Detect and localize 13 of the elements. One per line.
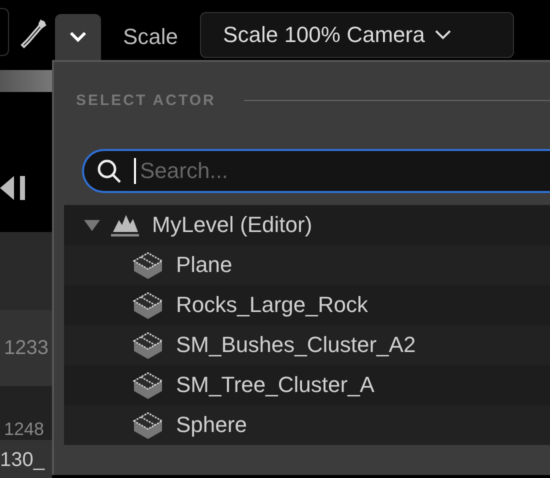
scale-dropdown[interactable]: Scale 100% Camera [200, 12, 514, 58]
scale-label: Scale [123, 24, 178, 50]
tree-item[interactable]: SM_Tree_Cluster_A [64, 365, 550, 405]
tree-item[interactable]: Plane [64, 245, 550, 285]
number-text: 1233 [0, 310, 52, 386]
tree-item[interactable]: SM_Bushes_Cluster_A2 [64, 325, 550, 365]
section-header: SELECT ACTOR [76, 92, 216, 109]
asset-name-text: 130_ [0, 440, 52, 478]
tree-item[interactable]: MyLevel (Editor) [64, 205, 550, 245]
number-text: 1248 [0, 386, 52, 440]
tree-item[interactable]: Sphere [64, 405, 550, 445]
search-field[interactable]: Search... [82, 149, 550, 193]
tree-item[interactable]: Rocks_Large_Rock [64, 285, 550, 325]
